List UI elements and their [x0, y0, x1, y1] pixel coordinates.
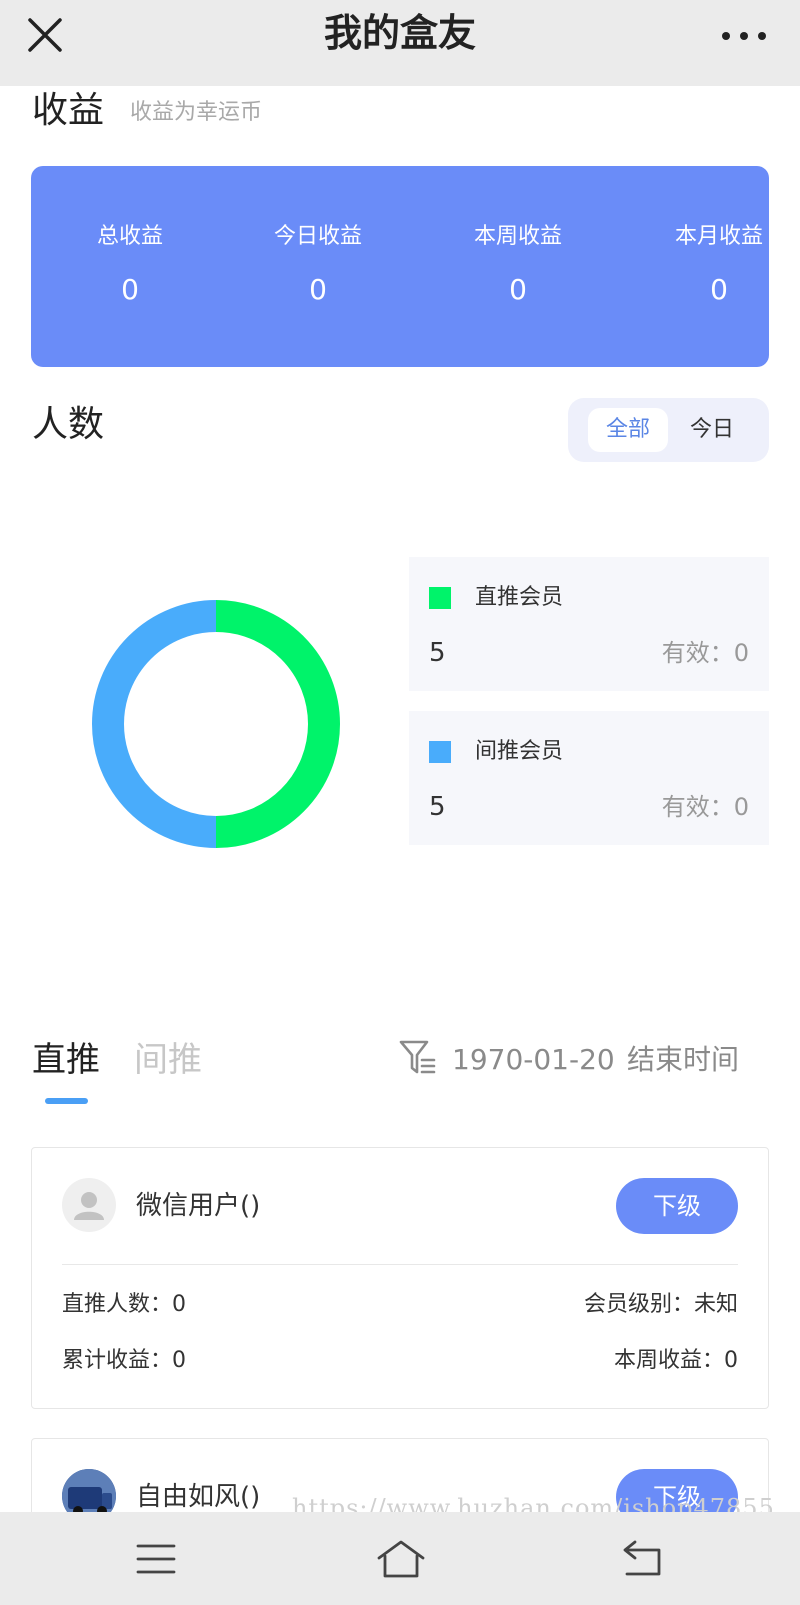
- divider: [62, 1264, 738, 1265]
- legend-indirect: 间推会员 5 有效：0: [409, 711, 769, 845]
- earnings-value: 0: [309, 273, 327, 306]
- tab-indirect[interactable]: 间推: [134, 1035, 202, 1085]
- earnings-label: 总收益: [96, 224, 163, 249]
- earnings-subtitle: 收益为幸运币: [130, 100, 263, 125]
- legend-valid: 有效：0: [661, 793, 749, 821]
- donut-slice-direct: [215, 600, 340, 848]
- earnings-value: 0: [121, 273, 139, 306]
- filter-icon[interactable]: [398, 1038, 436, 1078]
- earnings-total: 总收益 0: [50, 222, 210, 310]
- member-name: 微信用户(): [136, 1191, 261, 1221]
- earnings-week: 本周收益 0: [438, 222, 598, 310]
- total-earnings: 累计收益：0: [62, 1348, 186, 1373]
- earnings-value: 0: [710, 273, 728, 306]
- earnings-month: 本月收益 0: [639, 222, 799, 310]
- legend-count: 5: [429, 638, 446, 668]
- more-icon[interactable]: [716, 16, 772, 56]
- bottom-nav: [0, 1512, 800, 1605]
- tab-direct[interactable]: 直推: [32, 1035, 100, 1085]
- earnings-label: 本月收益: [674, 224, 763, 249]
- week-earnings: 本周收益：0: [614, 1348, 738, 1373]
- legend-name: 直推会员: [475, 585, 564, 610]
- avatar-default: [62, 1178, 116, 1232]
- legend-count: 5: [429, 792, 446, 822]
- legend-name: 间推会员: [475, 739, 564, 764]
- earnings-title: 收益: [32, 90, 105, 131]
- start-date-picker[interactable]: 1970-01-20: [452, 1040, 615, 1080]
- segment-all[interactable]: 全部: [588, 408, 668, 452]
- count-title: 人数: [32, 404, 105, 445]
- member-donut-chart: [92, 600, 340, 848]
- time-range-toggle: 全部 今日: [568, 398, 769, 462]
- earnings-today: 今日收益 0: [238, 222, 398, 310]
- earnings-label: 今日收益: [273, 224, 362, 249]
- donut-slice-indirect: [92, 600, 217, 848]
- end-date-picker[interactable]: 结束时间: [627, 1040, 739, 1080]
- home-icon[interactable]: [371, 1536, 431, 1582]
- segment-today[interactable]: 今日: [672, 408, 752, 452]
- subordinates-button[interactable]: 下级: [616, 1178, 738, 1234]
- member-level: 会员级别：未知: [583, 1292, 738, 1317]
- top-bar: 我的盒友: [0, 0, 800, 86]
- legend-swatch: [429, 587, 451, 609]
- menu-icon[interactable]: [126, 1536, 186, 1582]
- member-card: 微信用户() 下级 直推人数：0 会员级别：未知 累计收益：0 本周收益：0: [31, 1147, 769, 1409]
- legend-direct: 直推会员 5 有效：0: [409, 557, 769, 691]
- member-name: 自由如风(): [136, 1482, 261, 1512]
- earnings-card: 总收益 0 今日收益 0 本周收益 0 本月收益 0: [31, 166, 769, 367]
- legend-valid: 有效：0: [661, 639, 749, 667]
- back-icon[interactable]: [613, 1536, 673, 1582]
- earnings-label: 本周收益: [473, 224, 562, 249]
- active-tab-indicator: [45, 1098, 88, 1104]
- page-title: 我的盒友: [323, 11, 476, 55]
- earnings-value: 0: [509, 273, 527, 306]
- legend-swatch: [429, 741, 451, 763]
- direct-count: 直推人数：0: [62, 1292, 186, 1317]
